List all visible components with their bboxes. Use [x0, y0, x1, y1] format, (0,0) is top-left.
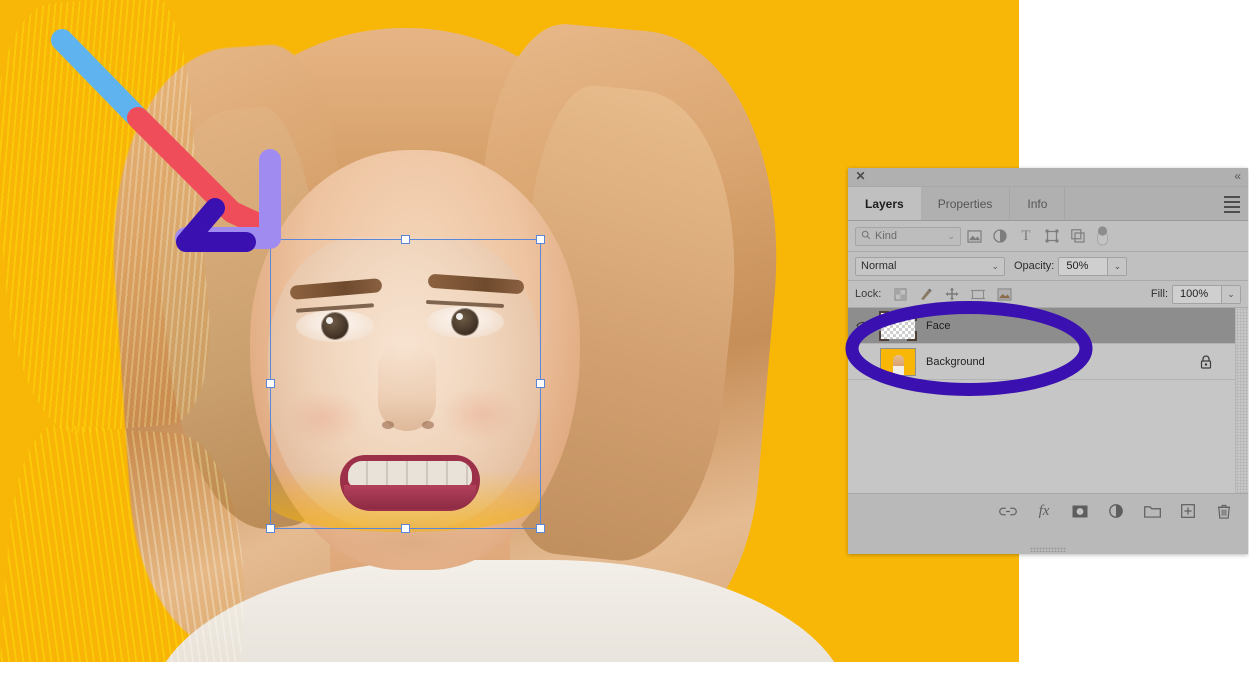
thumb-bracket-nw — [879, 310, 889, 321]
layer-name-face[interactable]: Face — [926, 320, 950, 332]
tab-layers-label: Layers — [865, 196, 904, 211]
add-layer-mask-icon[interactable] — [1070, 501, 1090, 521]
panel-tab-bar[interactable]: Layers Properties Info — [848, 187, 1248, 221]
blend-mode-row[interactable]: Normal ⌄ Opacity: 50% ⌄ — [848, 252, 1248, 281]
eye-icon — [855, 321, 871, 330]
layer-locked-badge — [1200, 354, 1212, 372]
tab-layers[interactable]: Layers — [848, 187, 921, 220]
adjustment-layer-filter-icon[interactable] — [987, 225, 1013, 247]
transform-handle-sw[interactable] — [266, 524, 275, 533]
hamburger-menu-icon[interactable] — [1224, 196, 1240, 213]
tab-info[interactable]: Info — [1010, 187, 1066, 220]
panel-resize-grip[interactable] — [1030, 547, 1066, 552]
opacity-stepper-chevron-icon[interactable]: ⌄ — [1107, 257, 1127, 275]
blend-mode-value: Normal — [861, 260, 897, 272]
type-layer-filter-icon[interactable]: T — [1013, 225, 1039, 247]
transform-handle-ne[interactable] — [536, 235, 545, 244]
tab-info-label: Info — [1027, 196, 1048, 211]
layer-thumbnail-background[interactable] — [880, 347, 916, 376]
new-group-icon[interactable] — [1142, 501, 1162, 521]
layer-name-background[interactable]: Background — [926, 356, 985, 368]
opacity-label: Opacity: — [1014, 260, 1055, 272]
tab-properties-label: Properties — [937, 196, 993, 211]
blend-mode-select[interactable]: Normal ⌄ — [855, 256, 1005, 276]
link-layers-icon[interactable] — [998, 501, 1018, 521]
transform-handle-s[interactable] — [400, 524, 410, 533]
lock-nesting-icon[interactable] — [965, 284, 991, 304]
layer-list-scrollbar[interactable] — [1235, 308, 1248, 493]
opacity-field[interactable]: 50% ⌄ — [1058, 256, 1128, 276]
transform-handle-e[interactable] — [536, 379, 545, 388]
shape-layer-filter-icon[interactable] — [1039, 225, 1065, 247]
layer-row-background[interactable]: Background — [848, 344, 1248, 380]
background-thumbnail-image — [880, 347, 916, 376]
tab-properties[interactable]: Properties — [921, 187, 1011, 220]
transform-handle-nw[interactable] — [266, 235, 275, 244]
thumbnail-portrait-silhouette — [892, 354, 904, 375]
delete-layer-icon[interactable] — [1214, 501, 1234, 521]
filter-kind-select[interactable]: Kind ⌄ — [855, 226, 961, 246]
filter-toggle-switch-icon[interactable] — [1095, 225, 1109, 247]
layer-thumbnail-face[interactable] — [879, 310, 917, 341]
smart-object-filter-icon[interactable] — [1065, 225, 1091, 247]
free-transform-bounding-box[interactable] — [266, 235, 545, 533]
layer-style-fx-icon[interactable]: fx — [1034, 501, 1054, 521]
fill-label: Fill: — [1150, 288, 1168, 300]
thumb-bracket-sw — [879, 330, 889, 341]
layers-panel[interactable]: ✕ « Layers Properties Info Kind ⌄ T Norm… — [848, 168, 1248, 554]
lock-position-icon[interactable] — [939, 284, 965, 304]
layer-list[interactable]: Face Background — [848, 308, 1248, 493]
fill-value: 100% — [1180, 288, 1209, 300]
layer-filter-row[interactable]: Kind ⌄ T — [848, 221, 1248, 252]
hair-strands-left — [0, 0, 219, 438]
new-fill-adjustment-layer-icon[interactable] — [1106, 501, 1126, 521]
fill-stepper-chevron-icon[interactable]: ⌄ — [1221, 285, 1240, 303]
lock-image-pixels-icon[interactable] — [913, 284, 939, 304]
layer-row-face[interactable]: Face — [848, 308, 1248, 344]
close-icon[interactable]: ✕ — [854, 170, 867, 183]
new-layer-icon[interactable] — [1178, 501, 1198, 521]
lock-row[interactable]: Lock: Fill: 100% ⌄ — [848, 281, 1248, 308]
filter-kind-value: Kind — [875, 230, 898, 242]
thumb-bracket-se — [907, 330, 917, 341]
fill-field[interactable]: 100% ⌄ — [1172, 284, 1241, 304]
layer-visibility-toggle-face[interactable] — [848, 320, 878, 331]
lock-label: Lock: — [855, 288, 882, 300]
collapse-panel-icon[interactable]: « — [1234, 169, 1241, 183]
transform-handle-n[interactable] — [400, 235, 410, 244]
transform-handle-w[interactable] — [266, 379, 275, 388]
panel-titlebar: ✕ « — [848, 168, 1248, 187]
layers-panel-footer[interactable]: fx — [848, 493, 1248, 552]
lock-artboard-icon[interactable] — [991, 284, 1017, 304]
opacity-value: 50% — [1066, 260, 1089, 272]
chevron-down-icon[interactable]: ⌄ — [991, 261, 999, 272]
chevron-down-icon[interactable]: ⌄ — [947, 231, 955, 242]
transform-handle-se[interactable] — [536, 524, 545, 533]
lock-transparent-pixels-icon[interactable] — [887, 284, 913, 304]
thumb-bracket-ne — [907, 310, 917, 321]
pixel-layer-filter-icon[interactable] — [961, 225, 987, 247]
search-icon — [861, 230, 871, 243]
